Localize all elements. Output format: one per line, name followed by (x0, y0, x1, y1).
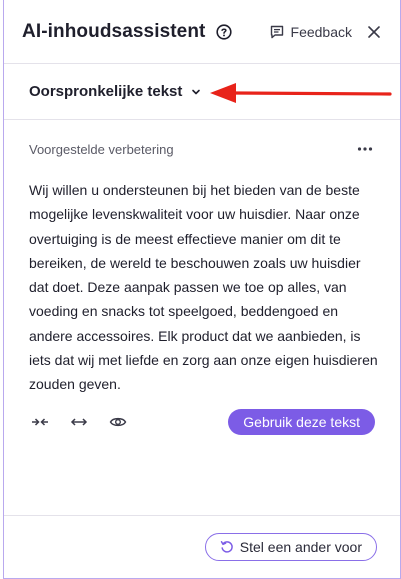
suggestion-header: Voorgestelde verbetering (29, 140, 377, 158)
ai-assistant-panel: AI-inhoudsassistent Feedback Oorspronkel… (3, 0, 401, 579)
source-dropdown[interactable]: Oorspronkelijke tekst (29, 83, 202, 100)
suggestion-text: Wij willen u ondersteunen bij het bieden… (29, 182, 378, 393)
use-text-button[interactable]: Gebruik deze tekst (228, 408, 375, 435)
suggestion-actions: Gebruik deze tekst (29, 408, 377, 435)
message-icon (269, 24, 285, 40)
suggest-another-button[interactable]: Stel een ander voor (204, 533, 377, 561)
close-icon[interactable] (366, 24, 382, 40)
refresh-icon (220, 540, 234, 554)
chevron-down-icon (190, 86, 202, 98)
source-selector-row: Oorspronkelijke tekst (4, 64, 400, 120)
lengthen-icon[interactable] (68, 411, 90, 433)
panel-title: AI-inhoudsassistent (22, 20, 206, 42)
panel-footer: Stel een ander voor (4, 515, 400, 578)
help-circle-icon[interactable] (216, 23, 233, 40)
more-horizontal-icon[interactable] (357, 146, 373, 152)
shorten-icon[interactable] (29, 411, 51, 433)
feedback-label: Feedback (290, 23, 352, 40)
suggest-another-label: Stel een ander voor (239, 539, 362, 555)
suggestion-label: Voorgestelde verbetering (29, 141, 174, 157)
red-arrow-icon (204, 78, 396, 113)
eye-icon[interactable] (107, 411, 129, 433)
feedback-button[interactable]: Feedback (269, 24, 352, 40)
source-dropdown-label: Oorspronkelijke tekst (29, 83, 183, 100)
suggestion-card: Voorgestelde verbetering Wij willen u on… (4, 140, 400, 435)
panel-header: AI-inhoudsassistent Feedback (4, 0, 400, 64)
